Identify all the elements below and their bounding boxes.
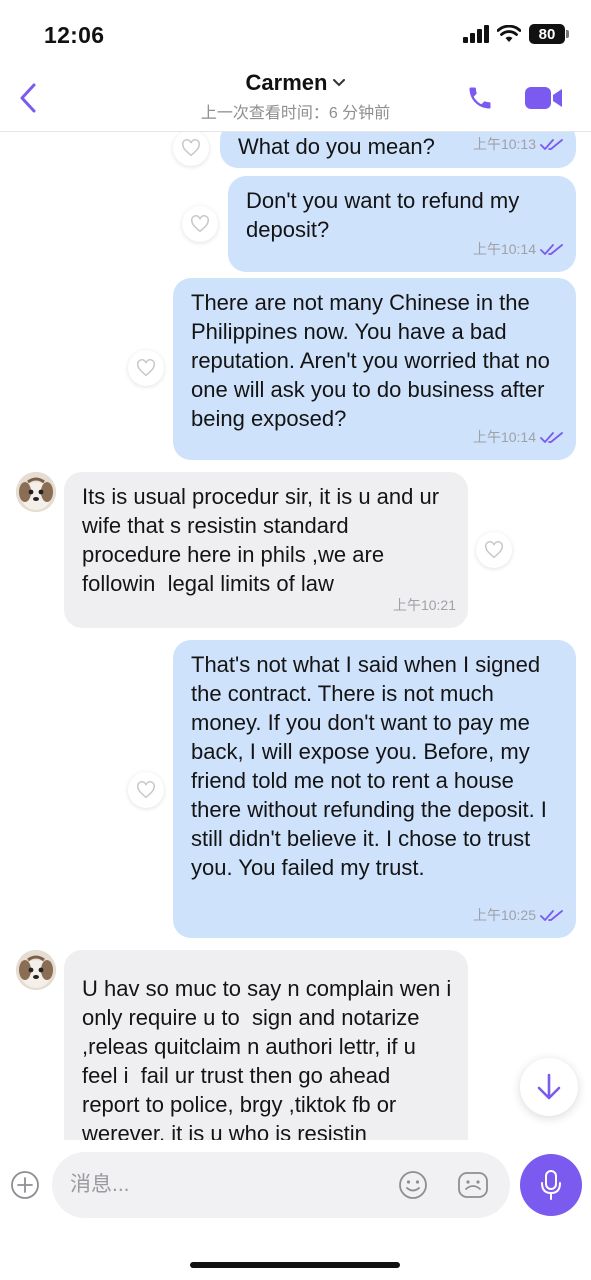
contact-name: Carmen	[245, 70, 328, 95]
message-bubble-outgoing[interactable]: Don't you want to refund my deposit? 上午1…	[228, 176, 576, 272]
message-meta: 上午10:13	[473, 132, 564, 159]
heart-icon	[137, 781, 155, 799]
message-text: There are not many Chinese in the Philip…	[191, 290, 556, 431]
message-meta: 上午10:14	[473, 235, 564, 264]
voice-call-button[interactable]	[462, 80, 498, 116]
cellular-signal-icon	[463, 25, 489, 43]
video-camera-icon	[525, 87, 562, 109]
heart-reaction-button[interactable]	[173, 132, 209, 166]
double-check-icon	[540, 243, 563, 255]
message-bubble-incoming[interactable]: U hav so muc to say n complain wen i onl…	[64, 950, 468, 1140]
contact-avatar[interactable]	[16, 950, 56, 990]
plus-circle-icon	[11, 1171, 39, 1199]
contact-avatar[interactable]	[16, 472, 56, 512]
chat-header: Carmen 上一次查看时间：6 分钟前	[0, 66, 591, 132]
message-list[interactable]: What do you mean? 上午10:13 Don't you want…	[0, 132, 591, 1140]
message-meta: 上午10:21	[393, 591, 456, 620]
video-call-button[interactable]	[522, 80, 566, 116]
wifi-icon	[497, 25, 521, 42]
message-time: 上午10:13	[472, 136, 536, 152]
double-check-icon	[540, 909, 563, 921]
message-meta: 上午10:14	[473, 423, 564, 452]
message-time: 上午10:25	[472, 907, 536, 923]
message-row: Don't you want to refund my deposit? 上午1…	[0, 176, 591, 272]
double-check-icon	[540, 138, 563, 150]
home-indicator	[190, 1262, 400, 1268]
message-composer	[0, 1140, 591, 1240]
heart-reaction-button[interactable]	[128, 772, 164, 808]
emoji-button[interactable]	[396, 1168, 430, 1202]
sticker-icon	[458, 1172, 488, 1198]
message-text: Its is usual procedur sir, it is u and u…	[82, 484, 446, 596]
message-bubble-outgoing[interactable]: That's not what I said when I signed the…	[173, 640, 576, 938]
arrow-down-icon	[537, 1073, 561, 1100]
message-row: What do you mean? 上午10:13	[0, 132, 591, 168]
heart-icon	[137, 359, 155, 377]
smiley-icon	[399, 1171, 427, 1199]
heart-icon	[182, 139, 200, 157]
heart-reaction-button[interactable]	[128, 350, 164, 386]
heart-reaction-button[interactable]	[476, 532, 512, 568]
double-check-icon	[540, 431, 563, 443]
battery-indicator: 80	[529, 24, 569, 44]
heart-reaction-button[interactable]	[182, 206, 218, 242]
message-row: U hav so muc to say n complain wen i onl…	[0, 950, 591, 1140]
message-bubble-outgoing[interactable]: What do you mean? 上午10:13	[220, 132, 576, 168]
voice-message-button[interactable]	[520, 1154, 582, 1216]
message-row: Its is usual procedur sir, it is u and u…	[0, 472, 591, 628]
attach-button[interactable]	[10, 1170, 40, 1200]
message-text: U hav so muc to say n complain wen i onl…	[82, 976, 458, 1140]
message-meta: 上午10:25	[473, 901, 564, 930]
phone-icon	[469, 87, 491, 109]
heart-icon	[485, 541, 503, 559]
contact-info[interactable]: Carmen 上一次查看时间：6 分钟前	[0, 70, 591, 123]
message-input-container[interactable]	[52, 1152, 510, 1218]
scroll-to-bottom-button[interactable]	[520, 1058, 578, 1116]
contact-name-row[interactable]: Carmen	[246, 70, 346, 96]
heart-icon	[191, 215, 209, 233]
message-row: There are not many Chinese in the Philip…	[0, 278, 591, 462]
message-input[interactable]	[70, 1152, 380, 1218]
dog-avatar-image	[16, 472, 56, 512]
microphone-icon	[541, 1170, 561, 1200]
status-icons: 80	[463, 24, 569, 44]
status-time: 12:06	[44, 22, 105, 48]
message-text: That's not what I said when I signed the…	[191, 652, 554, 880]
message-bubble-incoming[interactable]: Its is usual procedur sir, it is u and u…	[64, 472, 468, 628]
sticker-button[interactable]	[456, 1168, 490, 1202]
message-row: That's not what I said when I signed the…	[0, 640, 591, 940]
dog-avatar-image	[16, 950, 56, 990]
last-seen-status: 上一次查看时间：6 分钟前	[200, 105, 391, 122]
message-time: 上午10:14	[472, 241, 536, 257]
message-time: 上午10:14	[472, 429, 536, 445]
status-bar: 12:06 80	[0, 0, 591, 66]
message-bubble-outgoing[interactable]: There are not many Chinese in the Philip…	[173, 278, 576, 460]
chevron-down-icon	[333, 79, 346, 87]
message-time: 上午10:21	[392, 597, 456, 613]
